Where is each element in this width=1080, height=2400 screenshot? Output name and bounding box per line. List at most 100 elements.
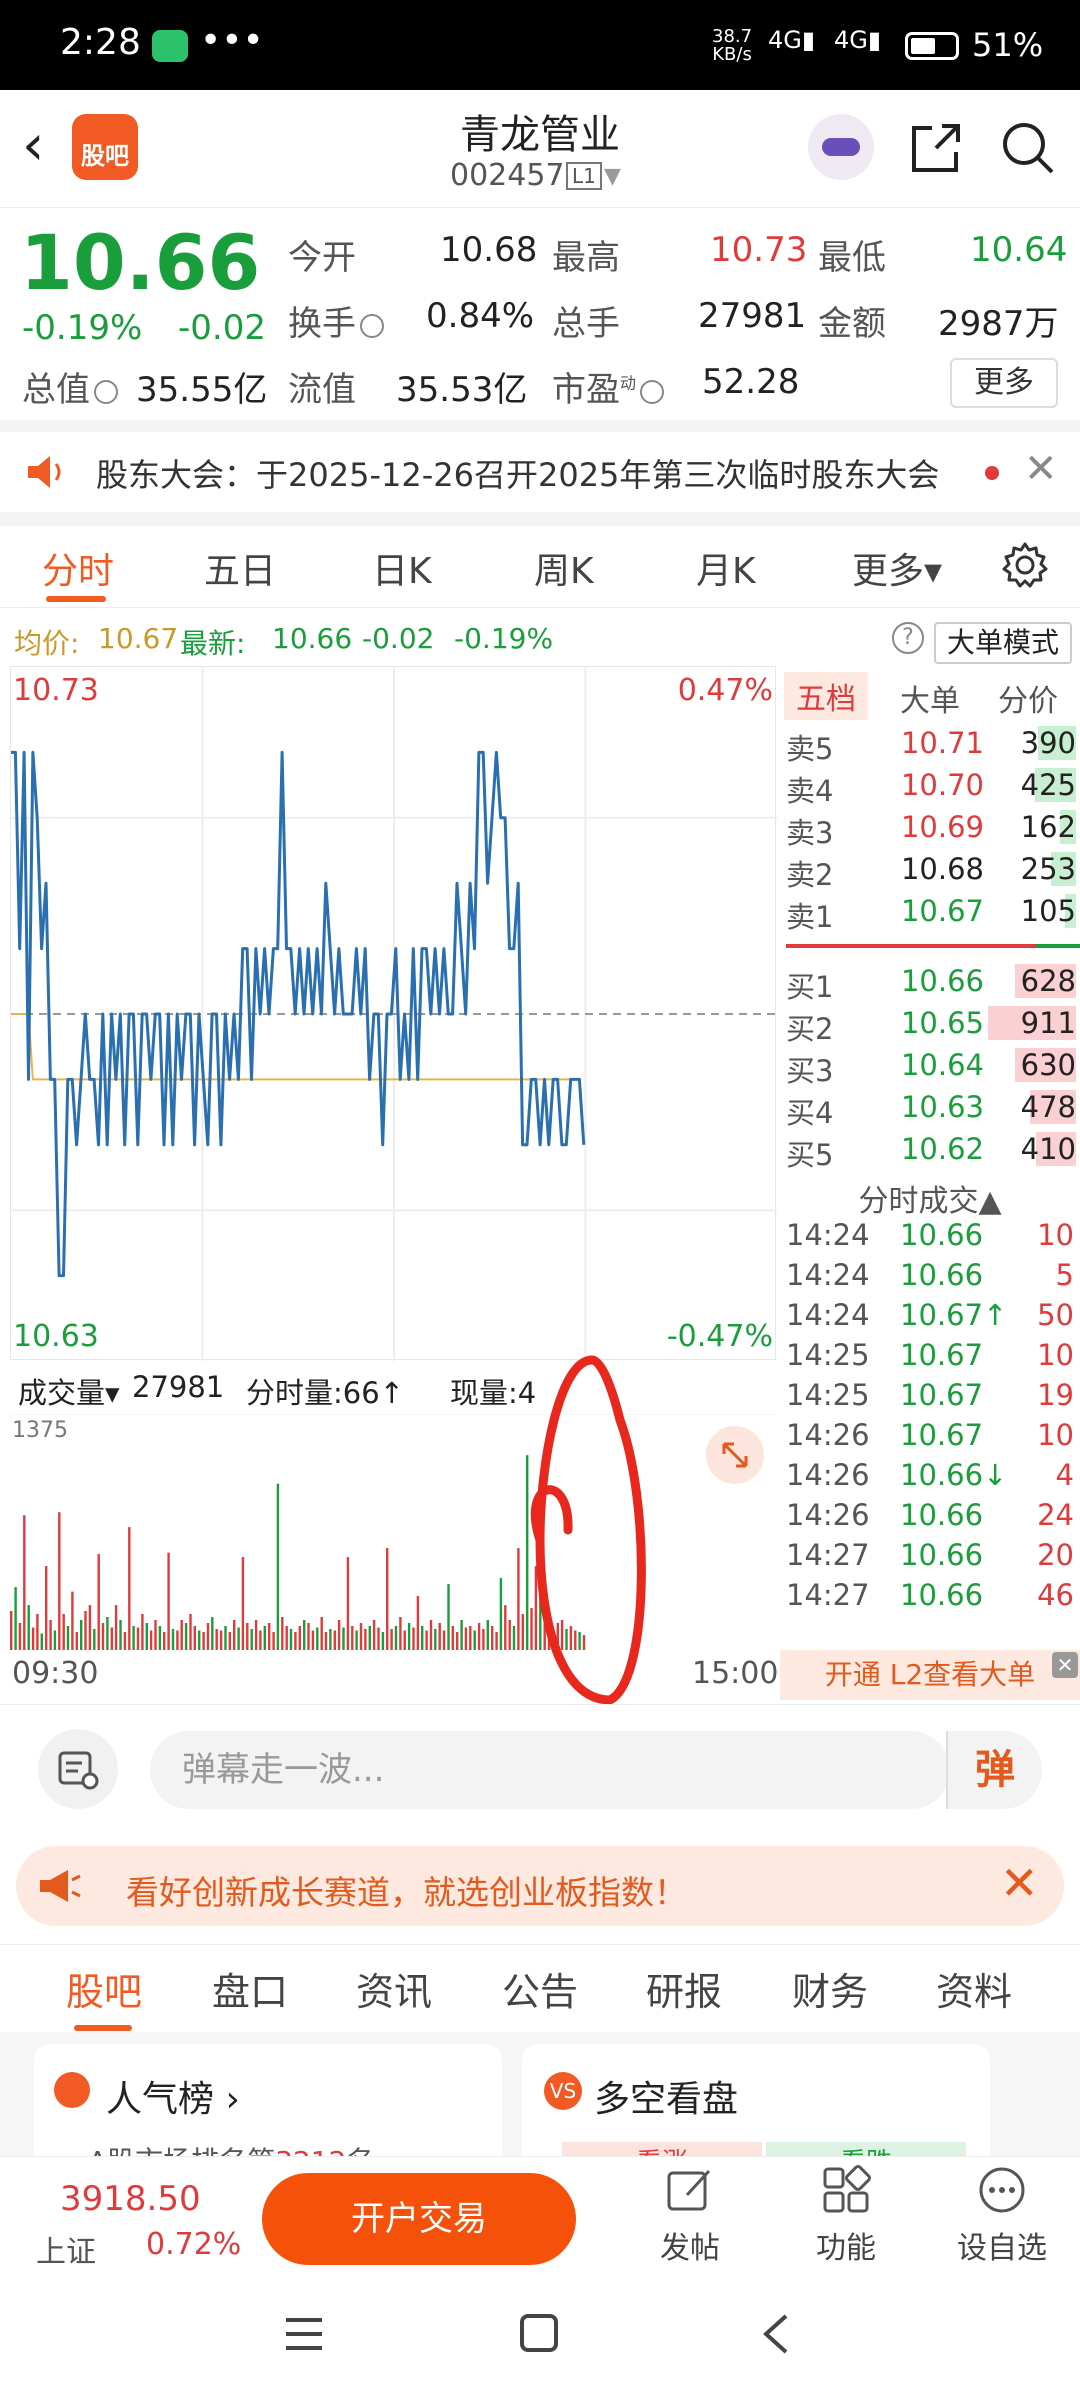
volume-bar: [88, 1605, 92, 1650]
info-icon[interactable]: [94, 379, 118, 404]
latest-change: -0.02: [362, 622, 435, 655]
promo-banner[interactable]: 看好创新成长赛道，就选创业板指数！ ✕: [16, 1846, 1064, 1926]
status-time: 2:28: [60, 22, 141, 63]
post-button[interactable]: 发帖: [630, 2165, 750, 2267]
trade-time: 14:25: [786, 1378, 870, 1412]
latest-value: 10.66: [272, 622, 353, 655]
volume-bar: [438, 1623, 441, 1650]
trade-price: 10.67: [900, 1418, 984, 1452]
tab-news[interactable]: 资讯: [356, 1961, 432, 2016]
tab-price-distribution[interactable]: 分价: [998, 676, 1058, 720]
close-icon[interactable]: ✕: [1052, 1652, 1078, 1678]
volume-bar: [342, 1627, 345, 1650]
volume-bar: [58, 1512, 61, 1650]
bull-bear-card[interactable]: VS 多空看盘 看涨 看跌: [522, 2044, 990, 2156]
tab-research[interactable]: 研报: [646, 1961, 722, 2016]
net-speed: 38.7 KB/s: [712, 26, 753, 65]
help-icon[interactable]: ?: [892, 622, 924, 654]
volume-bar: [434, 1629, 437, 1650]
more-button[interactable]: 更多: [950, 358, 1058, 408]
danmaku-send-button[interactable]: 弹: [946, 1731, 1042, 1809]
trade-volume: 24: [1037, 1498, 1074, 1532]
change-amount: -0.02: [178, 308, 266, 348]
high-label: 最高: [552, 238, 620, 278]
close-icon[interactable]: ✕: [1024, 446, 1058, 492]
tab-announcements[interactable]: 公告: [502, 1961, 578, 2016]
add-watchlist-button[interactable]: 设自选: [942, 2165, 1062, 2267]
robot-assistant-icon[interactable]: [808, 114, 874, 180]
tab-monthly-k[interactable]: 月K: [696, 542, 756, 594]
level-price: 10.63: [900, 1090, 984, 1124]
volume-bar: [447, 1584, 450, 1650]
tab-intraday[interactable]: 分时: [42, 542, 114, 594]
trade-price: 10.66: [900, 1218, 984, 1252]
tab-big-orders[interactable]: 大单: [900, 676, 960, 720]
tab-guba[interactable]: 股吧: [66, 1961, 142, 2016]
notice-bar[interactable]: 股东大会：于2025-12-26召开2025年第三次临时股东大会 ✕: [0, 432, 1080, 512]
tab-five-levels[interactable]: 五档: [784, 672, 868, 720]
gear-icon[interactable]: [1000, 540, 1050, 590]
pct-max-label: 0.47%: [677, 673, 773, 708]
trade-time: 14:27: [786, 1578, 870, 1612]
level-label: 卖4: [786, 774, 834, 808]
ask-row: 卖3 10.69 162: [780, 806, 1080, 850]
volume-total: 27981: [132, 1370, 225, 1404]
trade-row: 14:27 10.66 46: [780, 1574, 1080, 1616]
close-icon[interactable]: ✕: [1000, 1856, 1039, 1910]
search-icon[interactable]: [998, 118, 1058, 178]
volume-bar: [40, 1633, 43, 1650]
volume-selector[interactable]: 成交量▾: [18, 1370, 120, 1412]
intraday-chart[interactable]: 10.73 0.47% 10.63 -0.47%: [10, 666, 777, 1361]
ask-row: 卖5 10.71 390: [780, 722, 1080, 766]
l2-upgrade-banner[interactable]: 开通 L2查看大单 ✕: [780, 1650, 1080, 1700]
functions-button[interactable]: 功能: [786, 2165, 906, 2267]
volume-bar: [53, 1630, 57, 1650]
back-icon[interactable]: [756, 2312, 796, 2356]
volume-bar: [268, 1623, 271, 1650]
tab-daily-k[interactable]: 日K: [372, 542, 432, 594]
level-label: 卖3: [786, 816, 834, 850]
volume-bar: [36, 1614, 39, 1650]
bid-row: 买2 10.65 911: [780, 1002, 1080, 1046]
menu-icon[interactable]: [282, 2314, 326, 2354]
popularity-card[interactable]: 人气榜 › A股市场排名第3212名: [34, 2044, 502, 2156]
share-icon[interactable]: [906, 118, 966, 178]
tab-profile[interactable]: 资料: [936, 1961, 1012, 2016]
low-label: 最低: [818, 238, 886, 278]
trade-time: 14:25: [786, 1338, 870, 1372]
bear-button[interactable]: 看跌: [766, 2142, 966, 2156]
code-dropdown-icon[interactable]: ▼: [604, 164, 621, 189]
volume-bar: [141, 1614, 144, 1650]
battery-percent: 51%: [972, 26, 1044, 64]
volume-bar: [473, 1630, 476, 1650]
open-account-button[interactable]: 开户交易: [262, 2173, 576, 2265]
danmaku-settings-icon[interactable]: [38, 1729, 118, 1809]
level-volume: 478: [1020, 1090, 1076, 1124]
volume-bar: [377, 1627, 380, 1650]
level-label: 买4: [786, 1096, 834, 1130]
tab-more[interactable]: 更多▾: [852, 542, 942, 594]
header: ‹ 股吧 青龙管业 002457 L1 ▼: [0, 90, 1080, 208]
level-volume: 390: [1020, 726, 1076, 760]
volume-bar: [359, 1623, 363, 1650]
tab-five-day[interactable]: 五日: [204, 542, 276, 594]
danmaku-input[interactable]: 弹幕走一波...: [150, 1731, 950, 1809]
expand-icon[interactable]: [706, 1426, 764, 1484]
volume-bar: [246, 1623, 249, 1650]
volume-bar: [75, 1632, 78, 1650]
info-icon[interactable]: [640, 379, 665, 404]
home-icon[interactable]: [518, 2314, 562, 2354]
info-icon[interactable]: [360, 313, 384, 338]
volume-bar: [390, 1629, 393, 1650]
stock-code[interactable]: 002457: [450, 158, 565, 193]
big-order-mode-button[interactable]: 大单模式: [934, 622, 1072, 664]
bull-button[interactable]: 看涨: [562, 2142, 762, 2156]
tab-pankou[interactable]: 盘口: [212, 1961, 288, 2016]
amount-value: 2987万: [938, 304, 1059, 344]
edit-icon: [667, 2169, 711, 2211]
tab-finance[interactable]: 财务: [792, 1961, 868, 2016]
trade-time: 14:27: [786, 1538, 870, 1572]
volume-bar: [311, 1630, 315, 1650]
tab-weekly-k[interactable]: 周K: [534, 542, 594, 594]
trade-row: 14:27 10.66 20: [780, 1534, 1080, 1576]
